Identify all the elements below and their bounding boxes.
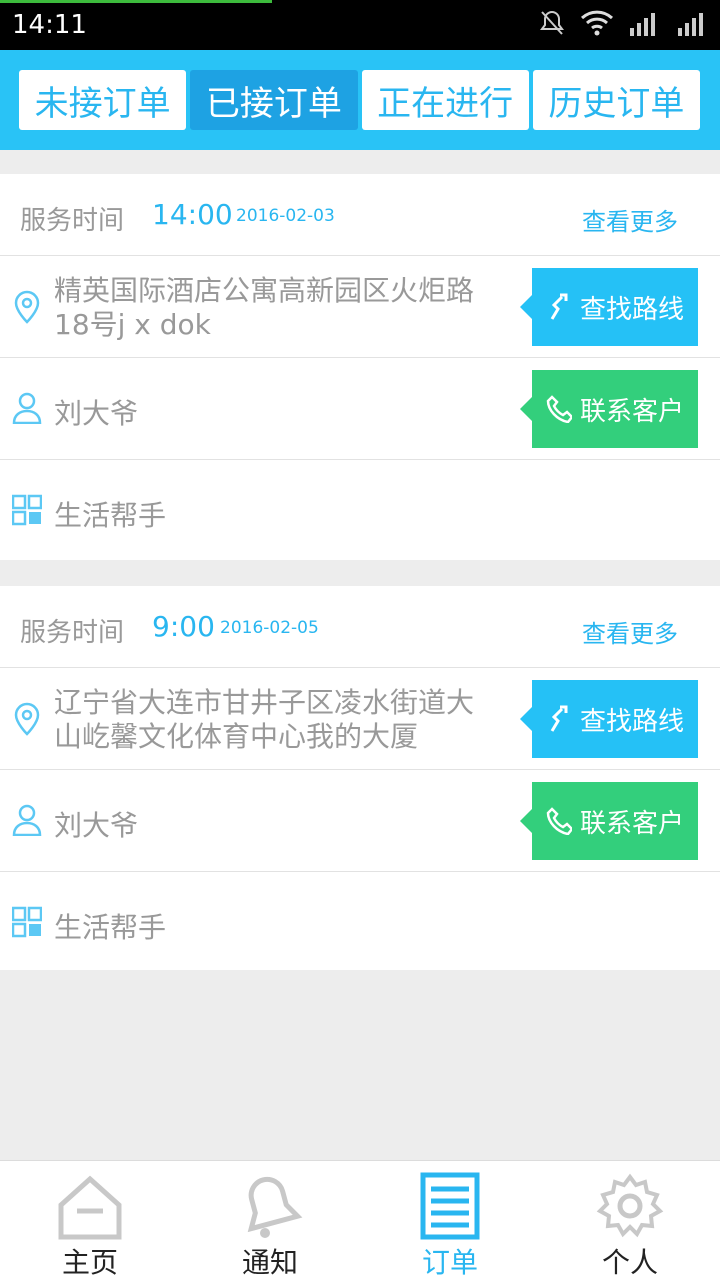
find-route-label: 查找路线 [580,294,685,325]
order-header-row: 服务时间 9:00 2016-02-05 查看更多 [0,586,720,668]
service-time-label: 服务时间 [20,206,125,236]
contact-customer-button[interactable]: 联系客户 [520,782,698,860]
mute-alarm-icon [538,8,566,40]
order-address: 精英国际酒店公寓高新园区火炬路18号j x dok [54,274,475,341]
order-card: 服务时间 14:00 2016-02-03 查看更多 精英国际酒店公寓高新园区火… [0,174,720,560]
category-grid-icon [11,906,43,938]
wifi-icon [580,8,614,40]
tab-accepted-orders[interactable]: 已接订单 [190,70,358,130]
route-icon [546,293,572,321]
nav-home-label: 主页 [61,1246,118,1279]
order-service-type-row: 生活帮手 [0,872,720,972]
list-icon [415,1171,485,1241]
nav-profile-label: 个人 [601,1246,658,1279]
signal-icon [628,10,662,40]
find-route-button[interactable]: 查找路线 [520,680,698,758]
person-icon [12,804,42,837]
contact-customer-label: 联系客户 [580,808,685,839]
phone-icon [546,395,574,424]
nav-profile[interactable]: 个人 [540,1161,720,1280]
order-address-row: 精英国际酒店公寓高新园区火炬路18号j x dok 查找路线 [0,256,720,358]
service-type: 生活帮手 [54,499,167,532]
find-route-label: 查找路线 [580,706,685,737]
location-pin-icon [12,290,42,324]
find-route-button[interactable]: 查找路线 [520,268,698,346]
status-bar: 14:11 [0,0,720,50]
status-time: 14:11 [12,10,87,40]
nav-notifications[interactable]: 通知 [180,1161,360,1280]
order-service-type-row: 生活帮手 [0,460,720,560]
category-grid-icon [11,494,43,526]
order-card: 服务时间 9:00 2016-02-05 查看更多 辽宁省大连市甘井子区凌水街道… [0,586,720,970]
nav-orders-label: 订单 [421,1246,478,1279]
tab-order-history[interactable]: 历史订单 [532,70,700,130]
order-address: 辽宁省大连市甘井子区凌水街道大山屹馨文化体育中心我的大厦 [54,686,475,753]
service-time: 9:00 [152,610,215,643]
service-date: 2016-02-03 [236,206,335,226]
contact-customer-button[interactable]: 联系客户 [520,370,698,448]
bell-icon [235,1171,305,1241]
customer-name: 刘大爷 [54,397,139,430]
signal-icon-2 [676,10,710,40]
tab-unaccepted-orders[interactable]: 未接订单 [19,70,187,130]
service-type: 生活帮手 [54,911,167,944]
service-date: 2016-02-05 [220,618,319,638]
tab-in-progress[interactable]: 正在进行 [361,70,529,130]
customer-name: 刘大爷 [54,809,139,842]
route-icon [546,705,572,733]
nav-home[interactable]: 主页 [0,1161,180,1280]
status-icons [538,10,710,40]
contact-customer-label: 联系客户 [580,396,685,427]
location-pin-icon [12,702,42,736]
view-more-link[interactable]: 查看更多 [582,614,678,649]
order-tabs: 未接订单 已接订单 正在进行 历史订单 [19,70,700,130]
status-progress-line [0,0,272,3]
order-customer-row: 刘大爷 联系客户 [0,358,720,460]
phone-icon [546,807,574,836]
order-customer-row: 刘大爷 联系客户 [0,770,720,872]
order-header-row: 服务时间 14:00 2016-02-03 查看更多 [0,174,720,256]
home-icon [55,1171,125,1241]
nav-orders[interactable]: 订单 [360,1161,540,1280]
view-more-link[interactable]: 查看更多 [582,202,678,237]
order-address-row: 辽宁省大连市甘井子区凌水街道大山屹馨文化体育中心我的大厦 查找路线 [0,668,720,770]
nav-notifications-label: 通知 [241,1246,298,1279]
person-icon [12,392,42,425]
service-time: 14:00 [152,198,233,231]
gear-icon [595,1171,665,1241]
order-tab-header: 未接订单 已接订单 正在进行 历史订单 [0,50,720,150]
bottom-nav: 主页 通知 订单 个人 [0,1160,720,1280]
service-time-label: 服务时间 [20,618,125,648]
